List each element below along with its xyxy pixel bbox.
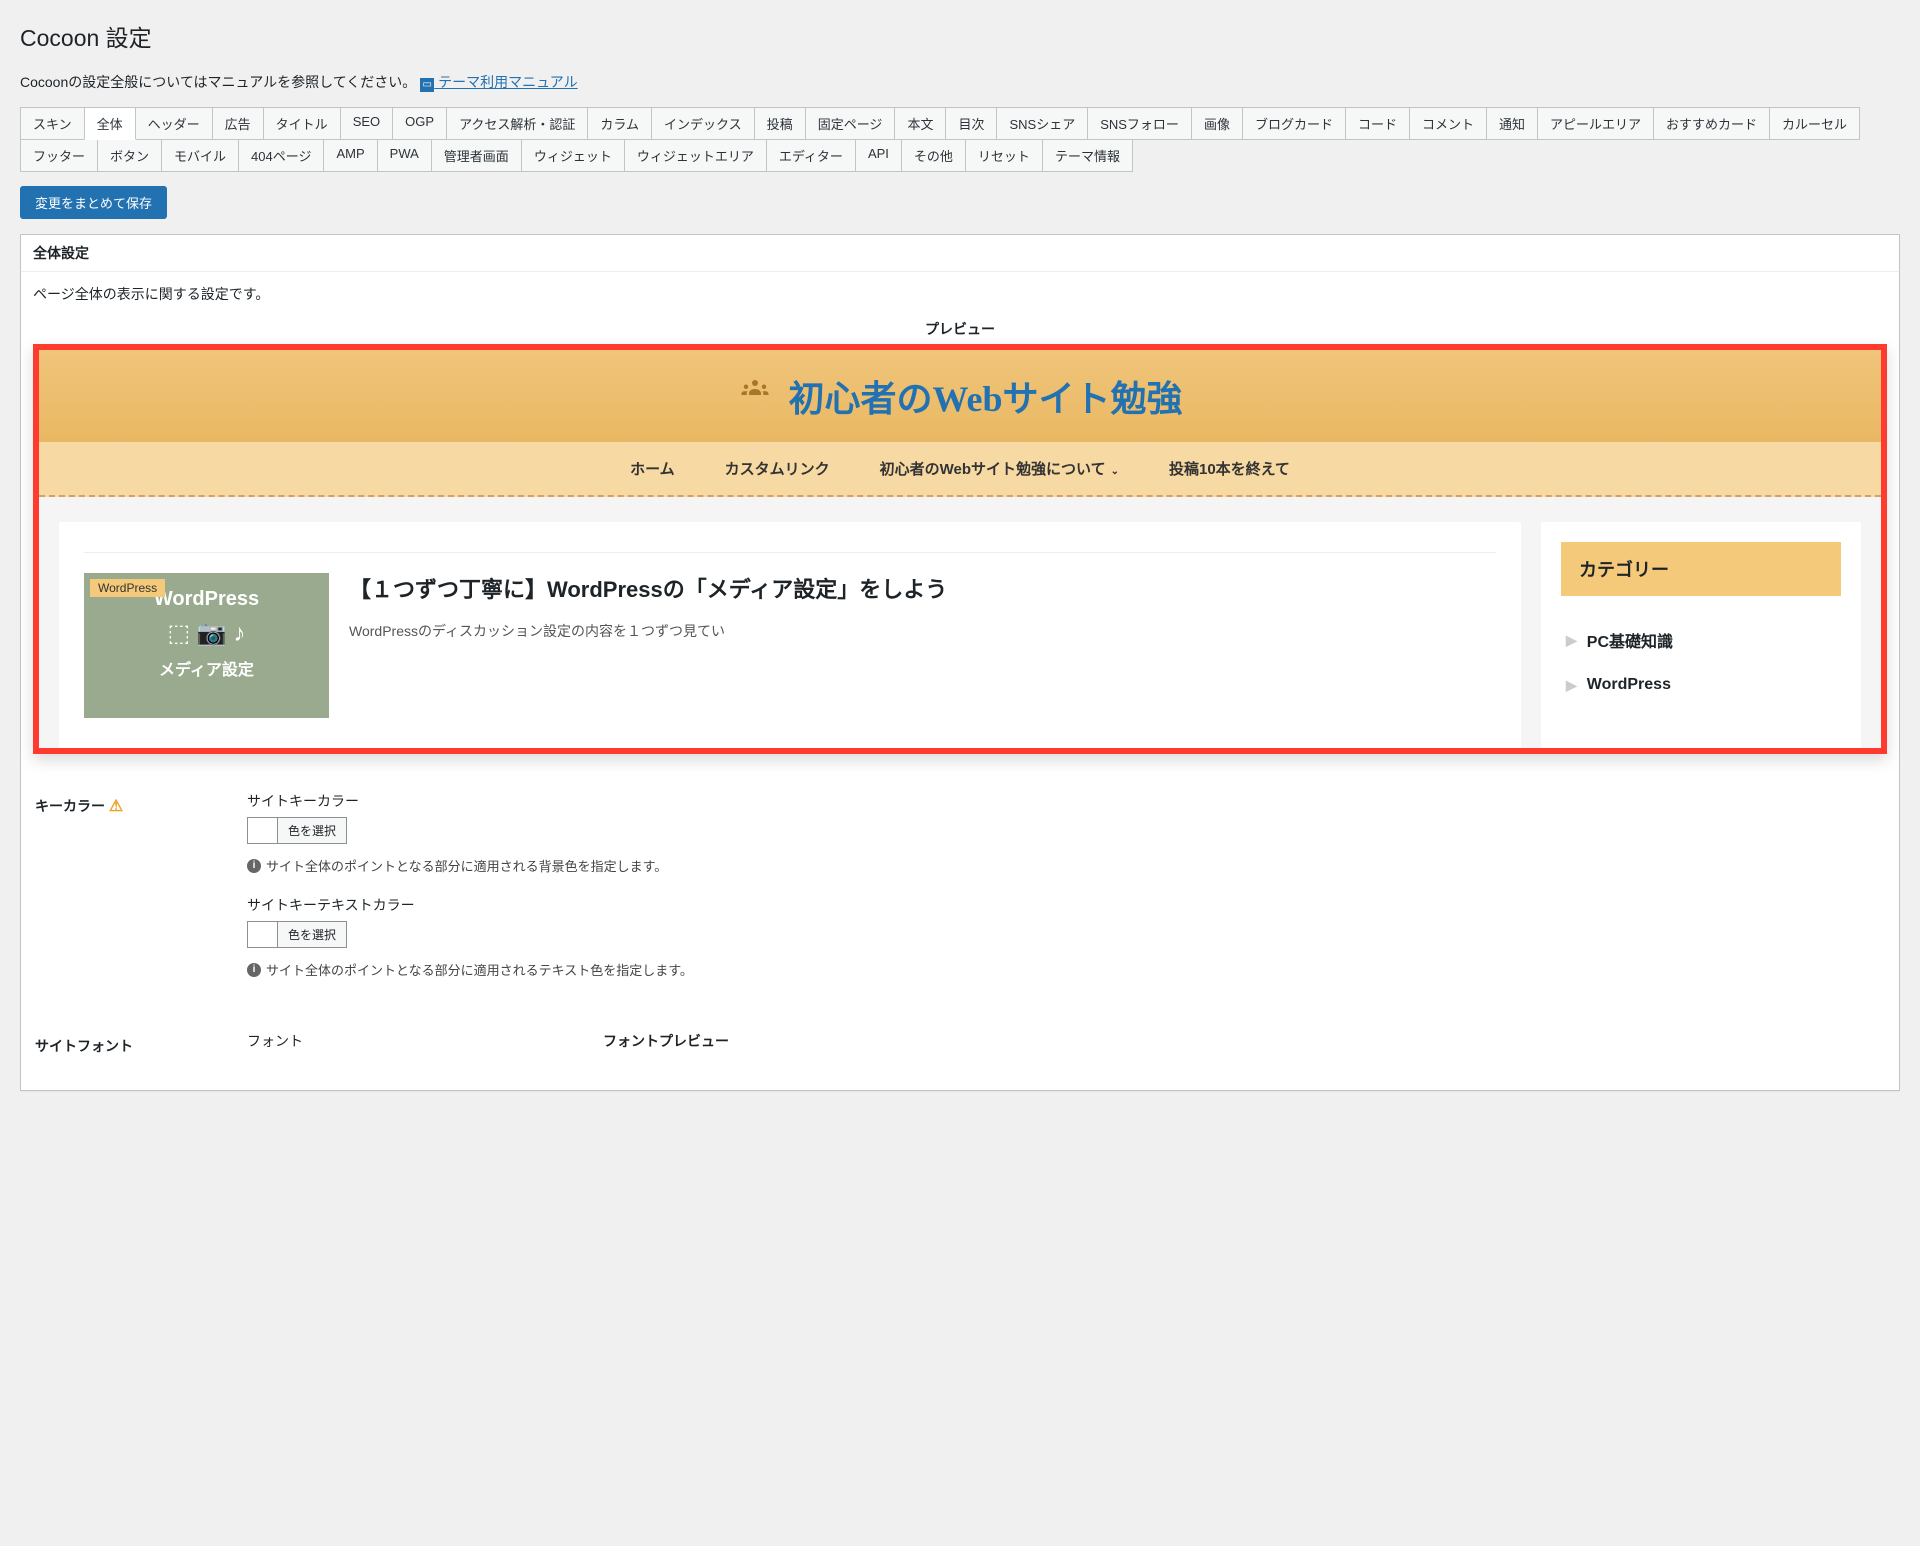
info-icon: i	[247, 859, 261, 873]
tab-19[interactable]: コメント	[1409, 107, 1487, 140]
tab-27[interactable]: 404ページ	[238, 139, 324, 172]
tab-29[interactable]: PWA	[377, 139, 432, 172]
tab-2[interactable]: ヘッダー	[135, 107, 213, 140]
tab-18[interactable]: コード	[1345, 107, 1410, 140]
preview-site-title: 初心者のWebサイト勉強	[737, 370, 1182, 422]
tab-16[interactable]: 画像	[1191, 107, 1243, 140]
tab-0[interactable]: スキン	[20, 107, 85, 140]
tab-13[interactable]: 目次	[945, 107, 997, 140]
tab-11[interactable]: 固定ページ	[805, 107, 896, 140]
info-icon: i	[247, 963, 261, 977]
settings-form: キーカラー ⚠ サイトキーカラー 色を選択 i サイト全体	[33, 774, 1887, 1078]
preview-main: WordPress WordPress ⬚ 📷 ♪ メディア設定 【１つずつ丁寧…	[59, 522, 1521, 748]
tab-7[interactable]: アクセス解析・認証	[446, 107, 588, 140]
tab-35[interactable]: その他	[901, 139, 966, 172]
save-button[interactable]: 変更をまとめて保存	[20, 186, 167, 219]
chevron-right-icon: ▶	[1566, 632, 1577, 649]
tab-10[interactable]: 投稿	[754, 107, 806, 140]
tab-9[interactable]: インデックス	[651, 107, 755, 140]
media-icons: ⬚ 📷 ♪	[94, 619, 319, 648]
chevron-down-icon: ⌄	[1111, 466, 1119, 477]
tab-36[interactable]: リセット	[965, 139, 1043, 172]
section-heading: 全体設定	[21, 235, 1899, 272]
tab-1[interactable]: 全体	[84, 107, 136, 140]
tab-15[interactable]: SNSフォロー	[1087, 107, 1192, 140]
preview-nav-item[interactable]: ホーム	[630, 458, 675, 479]
preview-body: WordPress WordPress ⬚ 📷 ♪ メディア設定 【１つずつ丁寧…	[39, 497, 1881, 748]
sidebar-category-item[interactable]: ▶WordPress	[1561, 664, 1841, 706]
tab-17[interactable]: ブログカード	[1242, 107, 1346, 140]
tab-3[interactable]: 広告	[212, 107, 264, 140]
color-swatch	[248, 922, 278, 947]
chevron-right-icon: ▶	[1566, 677, 1577, 694]
category-badge: WordPress	[90, 579, 165, 597]
page-description: Cocoonの設定全般についてはマニュアルを参照してください。 ▭ テーマ利用マ…	[20, 72, 1900, 92]
tab-24[interactable]: フッター	[20, 139, 98, 172]
preview-label: プレビュー	[33, 319, 1887, 339]
font-label: サイトフォント	[35, 1016, 235, 1076]
settings-panel: 全体設定 ページ全体の表示に関する設定です。 プレビュー 初心者のWebサイト勉…	[20, 234, 1900, 1091]
warning-icon: ⚠	[109, 798, 123, 815]
tab-33[interactable]: エディター	[766, 139, 856, 172]
preview-nav-item[interactable]: 投稿10本を終えて	[1169, 458, 1290, 479]
hint-text: i サイト全体のポイントとなる部分に適用されるテキスト色を指定します。	[247, 960, 1875, 979]
preview-nav: ホーム カスタムリンク 初心者のWebサイト勉強について⌄ 投稿10本を終えて	[39, 442, 1881, 497]
book-icon: ▭	[420, 78, 434, 92]
preview-sidebar: カテゴリー ▶PC基礎知識▶WordPress	[1541, 522, 1861, 748]
tab-12[interactable]: 本文	[894, 107, 946, 140]
sidebar-heading: カテゴリー	[1561, 542, 1841, 596]
tab-4[interactable]: タイトル	[263, 107, 341, 140]
tab-37[interactable]: テーマ情報	[1042, 139, 1133, 172]
section-description: ページ全体の表示に関する設定です。	[33, 284, 1887, 304]
tab-6[interactable]: OGP	[392, 107, 447, 140]
tab-22[interactable]: おすすめカード	[1653, 107, 1770, 140]
entry-title: 【１つずつ丁寧に】WordPressの「メディア設定」をしよう	[349, 573, 1496, 606]
entry-excerpt: WordPressのディスカッション設定の内容を１つずつ見てい	[349, 621, 1496, 641]
hint-text: i サイト全体のポイントとなる部分に適用される背景色を指定します。	[247, 856, 1875, 875]
tab-23[interactable]: カルーセル	[1769, 107, 1860, 140]
tab-25[interactable]: ボタン	[97, 139, 162, 172]
tab-21[interactable]: アピールエリア	[1537, 107, 1654, 140]
page-title: Cocoon 設定	[20, 10, 1900, 57]
tab-20[interactable]: 通知	[1486, 107, 1538, 140]
tab-14[interactable]: SNSシェア	[996, 107, 1088, 140]
tab-34[interactable]: API	[855, 139, 902, 172]
tab-5[interactable]: SEO	[340, 107, 393, 140]
people-icon	[737, 374, 773, 418]
color-swatch	[248, 818, 278, 843]
preview-nav-item[interactable]: カスタムリンク	[725, 458, 830, 479]
color-select-button[interactable]: 色を選択	[278, 818, 346, 843]
preview-header: 初心者のWebサイト勉強	[39, 350, 1881, 442]
tab-26[interactable]: モバイル	[161, 139, 239, 172]
tab-31[interactable]: ウィジェット	[521, 139, 625, 172]
preview-nav-item[interactable]: 初心者のWebサイト勉強について⌄	[880, 458, 1119, 479]
tab-32[interactable]: ウィジェットエリア	[624, 139, 767, 172]
manual-link[interactable]: ▭ テーマ利用マニュアル	[420, 74, 577, 90]
tab-30[interactable]: 管理者画面	[431, 139, 522, 172]
site-key-color-picker[interactable]: 色を選択	[247, 817, 347, 844]
site-key-text-color-picker[interactable]: 色を選択	[247, 921, 347, 948]
site-preview: 初心者のWebサイト勉強 ホーム カスタムリンク 初心者のWebサイト勉強について⌄…	[33, 344, 1887, 754]
tab-28[interactable]: AMP	[323, 139, 377, 172]
sidebar-category-item[interactable]: ▶PC基礎知識	[1561, 616, 1841, 664]
color-select-button[interactable]: 色を選択	[278, 922, 346, 947]
settings-tabs: スキン全体ヘッダー広告タイトルSEOOGPアクセス解析・認証カラムインデックス投…	[20, 107, 1900, 171]
keycolor-label: キーカラー ⚠	[35, 776, 235, 1014]
preview-entry: WordPress WordPress ⬚ 📷 ♪ メディア設定 【１つずつ丁寧…	[84, 552, 1496, 718]
preview-thumbnail: WordPress WordPress ⬚ 📷 ♪ メディア設定	[84, 573, 329, 718]
tab-8[interactable]: カラム	[587, 107, 652, 140]
